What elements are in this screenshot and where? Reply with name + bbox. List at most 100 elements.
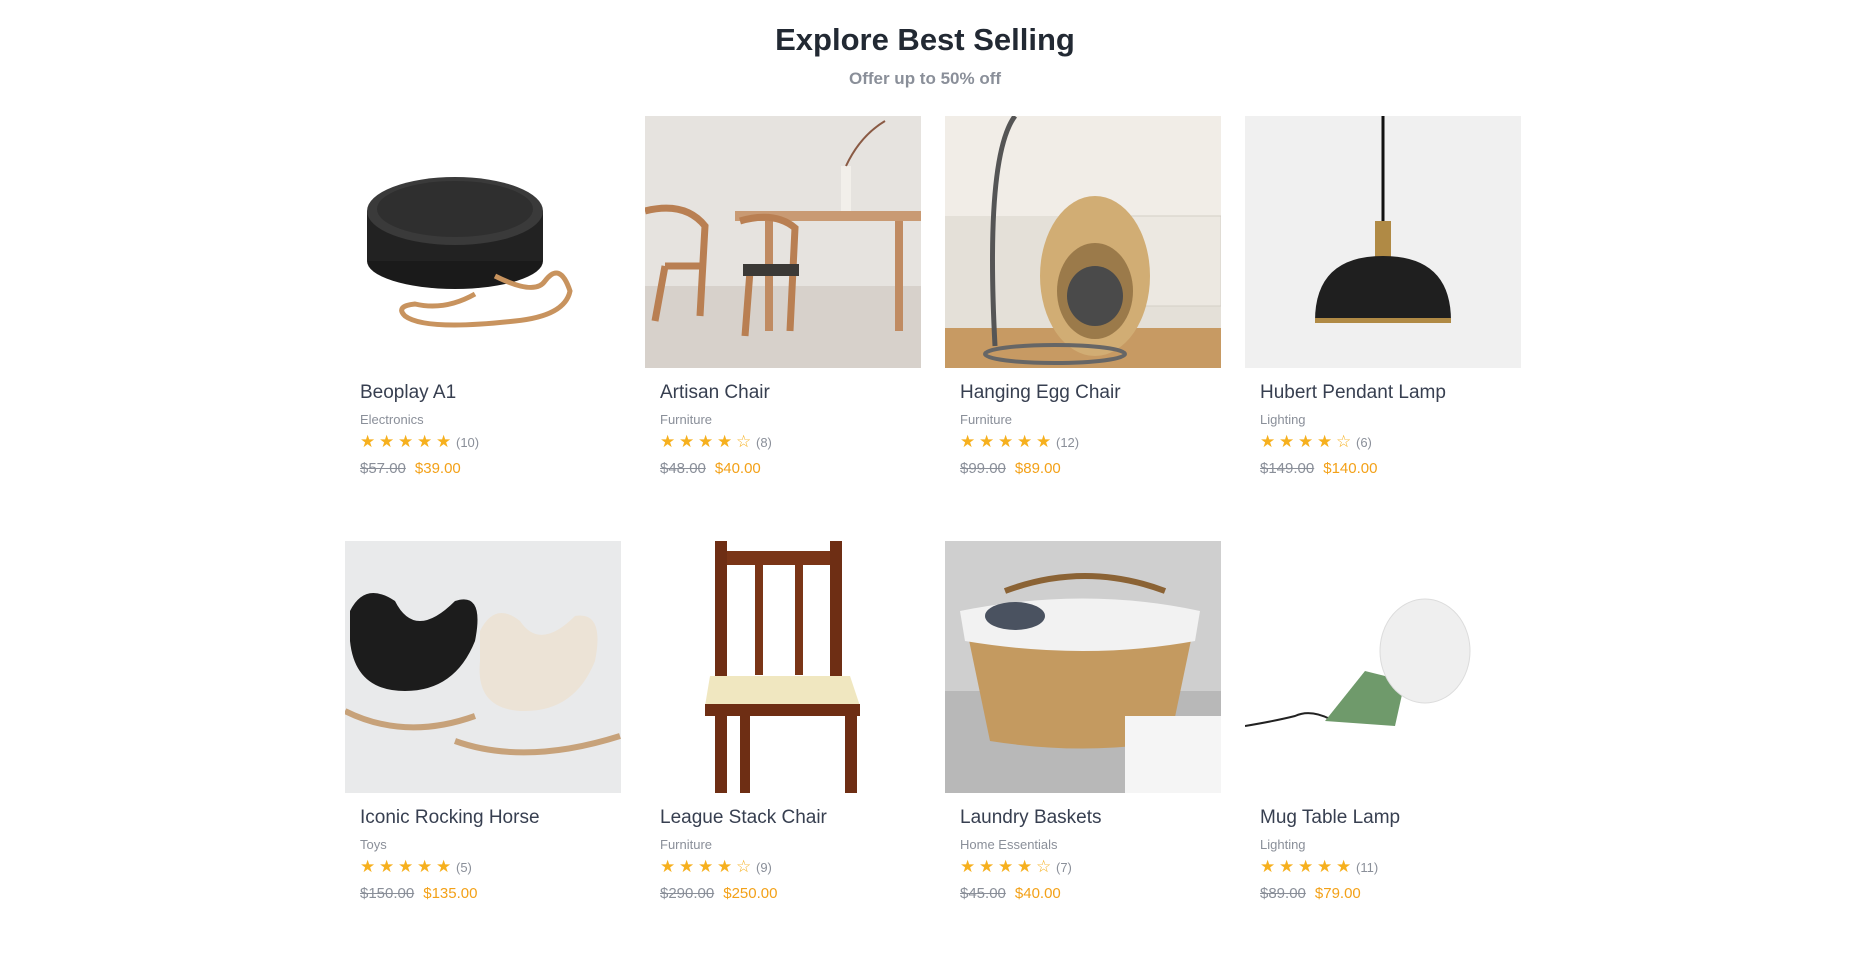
product-image-rocking-horse[interactable] <box>345 541 621 793</box>
star-icon: ★ <box>360 857 376 876</box>
star-half-icon: ☆ <box>736 857 752 876</box>
star-icon: ★ <box>960 857 976 876</box>
star-icon: ★ <box>1036 432 1052 451</box>
product-category: Home Essentials <box>960 837 1058 852</box>
old-price: $149.00 <box>1260 460 1315 477</box>
product-image-speaker[interactable] <box>345 116 621 368</box>
star-icon: ★ <box>1317 432 1333 451</box>
sale-price: $40.00 <box>714 460 761 477</box>
star-icon: ★ <box>660 857 676 876</box>
price-row: $57.00 $39.00 <box>360 460 621 477</box>
product-name[interactable]: Hubert Pendant Lamp <box>1260 382 1521 406</box>
star-icon: ★ <box>698 857 714 876</box>
product-image-dining-chairs[interactable] <box>645 116 921 368</box>
price-row: $89.00 $79.00 <box>1260 885 1521 902</box>
star-icon: ★ <box>979 432 995 451</box>
section-subtitle: Offer up to 50% off <box>848 69 1002 88</box>
product-category: Toys <box>360 837 387 852</box>
price-row: $149.00 $140.00 <box>1260 460 1521 477</box>
sale-price: $135.00 <box>423 885 478 902</box>
old-price: $99.00 <box>960 460 1006 477</box>
price-row: $48.00 $40.00 <box>660 460 921 477</box>
product-grid: Beoplay A1 Electronics ★ ★ ★ ★ ★ (10) $57.00… <box>345 116 1521 954</box>
star-icon: ★ <box>1317 857 1333 876</box>
product-card[interactable]: Mug Table Lamp Lighting ★ ★ ★ ★ ★ (11) $89.0… <box>1245 541 1521 954</box>
star-icon: ★ <box>1017 857 1033 876</box>
star-icon: ★ <box>417 432 433 451</box>
star-icon: ★ <box>698 432 714 451</box>
star-icon: ★ <box>979 857 995 876</box>
product-card[interactable]: Iconic Rocking Horse Toys ★ ★ ★ ★ ★ (5) $150… <box>345 541 621 954</box>
product-card[interactable]: League Stack Chair Furniture ★ ★ ★ ★ ☆ (9) $… <box>645 541 921 954</box>
old-price: $57.00 <box>360 460 406 477</box>
rating-stars: ★ ★ ★ ★ ☆ (8) <box>660 433 921 451</box>
star-icon: ★ <box>360 432 376 451</box>
rating-stars: ★ ★ ★ ★ ☆ (6) <box>1260 433 1521 451</box>
product-category: Lighting <box>1260 412 1306 427</box>
rating-stars: ★ ★ ★ ★ ☆ (9) <box>660 858 921 876</box>
rating-stars: ★ ★ ★ ★ ★ (12) <box>960 433 1221 451</box>
price-row: $150.00 $135.00 <box>360 885 621 902</box>
product-image-table-lamp[interactable] <box>1245 541 1521 793</box>
rating-stars: ★ ★ ★ ★ ★ (11) <box>1260 858 1521 876</box>
star-icon: ★ <box>998 432 1014 451</box>
star-icon: ★ <box>417 857 433 876</box>
product-category: Furniture <box>660 837 713 852</box>
sale-price: $89.00 <box>1014 460 1061 477</box>
review-count: (5) <box>456 859 472 875</box>
review-count: (10) <box>456 434 480 450</box>
star-icon: ★ <box>436 857 452 876</box>
old-price: $48.00 <box>660 460 706 477</box>
product-name[interactable]: Mug Table Lamp <box>1260 807 1521 831</box>
review-count: (11) <box>1356 859 1379 875</box>
star-icon: ★ <box>998 857 1014 876</box>
star-icon: ★ <box>379 432 395 451</box>
star-icon: ★ <box>1279 857 1295 876</box>
star-icon: ★ <box>1336 857 1352 876</box>
product-category: Furniture <box>960 412 1013 427</box>
product-card[interactable]: Artisan Chair Furniture ★ ★ ★ ★ ☆ (8) $48.00… <box>645 116 921 541</box>
product-image-laundry-basket[interactable] <box>945 541 1221 793</box>
product-name[interactable]: League Stack Chair <box>660 807 921 831</box>
star-half-icon: ☆ <box>1336 432 1352 451</box>
product-category: Electronics <box>360 412 424 427</box>
review-count: (12) <box>1056 434 1080 450</box>
price-row: $99.00 $89.00 <box>960 460 1221 477</box>
star-half-icon: ☆ <box>1036 857 1052 876</box>
star-icon: ★ <box>717 857 733 876</box>
review-count: (6) <box>1356 434 1372 450</box>
review-count: (9) <box>756 859 772 875</box>
star-icon: ★ <box>1279 432 1295 451</box>
sale-price: $140.00 <box>1323 460 1378 477</box>
sale-price: $79.00 <box>1314 885 1361 902</box>
price-row: $45.00 $40.00 <box>960 885 1221 902</box>
star-icon: ★ <box>717 432 733 451</box>
sale-price: $250.00 <box>723 885 778 902</box>
product-name[interactable]: Beoplay A1 <box>360 382 621 406</box>
star-icon: ★ <box>1260 432 1276 451</box>
product-name[interactable]: Hanging Egg Chair <box>960 382 1221 406</box>
product-name[interactable]: Artisan Chair <box>660 382 921 406</box>
price-row: $290.00 $250.00 <box>660 885 921 902</box>
sale-price: $40.00 <box>1014 885 1061 902</box>
product-name[interactable]: Laundry Baskets <box>960 807 1221 831</box>
star-icon: ★ <box>1298 432 1314 451</box>
product-card[interactable]: Hubert Pendant Lamp Lighting ★ ★ ★ ★ ☆ (6) $… <box>1245 116 1521 541</box>
product-name[interactable]: Iconic Rocking Horse <box>360 807 621 831</box>
product-image-pendant-lamp[interactable] <box>1245 116 1521 368</box>
review-count: (7) <box>1056 859 1072 875</box>
star-icon: ★ <box>1298 857 1314 876</box>
product-card[interactable]: Hanging Egg Chair Furniture ★ ★ ★ ★ ★ (12) $… <box>945 116 1221 541</box>
star-icon: ★ <box>660 432 676 451</box>
old-price: $89.00 <box>1260 885 1306 902</box>
product-category: Lighting <box>1260 837 1306 852</box>
product-card[interactable]: Laundry Baskets Home Essentials ★ ★ ★ ★ ☆ (7… <box>945 541 1221 954</box>
star-half-icon: ☆ <box>736 432 752 451</box>
product-card[interactable]: Beoplay A1 Electronics ★ ★ ★ ★ ★ (10) $57.00… <box>345 116 621 541</box>
product-image-egg-chair[interactable] <box>945 116 1221 368</box>
product-image-wood-chair[interactable] <box>645 541 921 793</box>
star-icon: ★ <box>398 857 414 876</box>
star-icon: ★ <box>398 432 414 451</box>
star-icon: ★ <box>436 432 452 451</box>
star-icon: ★ <box>679 857 695 876</box>
